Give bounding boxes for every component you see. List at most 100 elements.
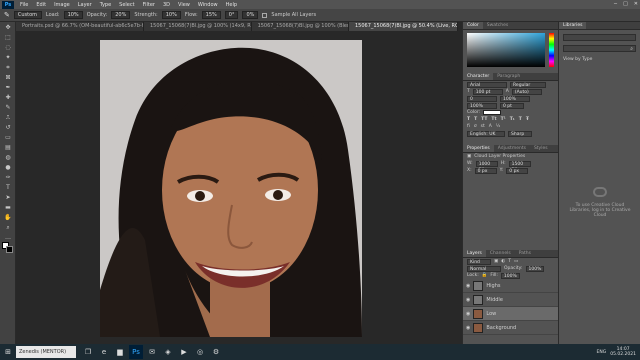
type-tool-icon[interactable]: T xyxy=(3,183,13,192)
faux-bold-icon[interactable]: T xyxy=(467,117,470,122)
tab-paragraph[interactable]: Paragraph xyxy=(493,73,524,80)
menu-layer[interactable]: Layer xyxy=(74,2,96,8)
font-size-field[interactable]: 100 pt xyxy=(472,88,503,95)
underline-icon[interactable]: T xyxy=(519,117,522,122)
height-field[interactable]: 1500 px xyxy=(508,160,531,172)
ligature-icon[interactable]: fi xyxy=(467,124,470,129)
more-tools-icon[interactable]: … xyxy=(3,233,13,242)
dodge-tool-icon[interactable]: ● xyxy=(3,163,13,172)
flow-field[interactable]: 15% xyxy=(201,11,221,19)
tab-layers[interactable]: Layers xyxy=(463,250,486,257)
filter-shape-icon[interactable]: ▭ xyxy=(514,259,518,264)
eyedropper-tool-icon[interactable]: ✒ xyxy=(3,83,13,92)
taskbar-search-input[interactable]: Zenedis (MENTOR) xyxy=(16,346,76,358)
tab-libraries[interactable]: Libraries xyxy=(559,22,587,29)
filter-pixel-icon[interactable]: ▣ xyxy=(494,259,498,264)
swash-icon[interactable]: st xyxy=(481,124,485,129)
layer-row[interactable]: ◉ Low xyxy=(463,307,559,321)
tab-channels[interactable]: Channels xyxy=(486,250,515,257)
subscript-icon[interactable]: T₁ xyxy=(510,117,515,122)
brush-tool-icon[interactable]: ✎ xyxy=(4,11,10,19)
strikethrough-icon[interactable]: Ŧ xyxy=(526,117,529,122)
angle-field[interactable]: 0° xyxy=(224,11,239,19)
frame-tool-icon[interactable]: ⊠ xyxy=(3,73,13,82)
strength-field[interactable]: 10% xyxy=(161,11,181,19)
menu-view[interactable]: View xyxy=(174,2,194,8)
layer-row[interactable]: ◉ Middle xyxy=(463,293,559,307)
color-picker-field[interactable] xyxy=(467,33,545,67)
task-view-icon[interactable]: ❐ xyxy=(81,345,95,359)
menu-window[interactable]: Window xyxy=(194,2,222,8)
tab-properties[interactable]: Properties xyxy=(463,145,494,152)
text-color-swatch[interactable] xyxy=(483,110,502,115)
media-icon[interactable]: ▶ xyxy=(177,345,191,359)
path-select-tool-icon[interactable]: ➤ xyxy=(3,193,13,202)
pen-tool-icon[interactable]: ✑ xyxy=(3,173,13,182)
blend-mode-select[interactable]: Normal xyxy=(467,265,501,272)
crop-tool-icon[interactable]: ⌗ xyxy=(3,63,13,72)
maximize-icon[interactable]: □ xyxy=(623,1,628,7)
lasso-tool-icon[interactable]: ◌ xyxy=(3,43,13,52)
load-field[interactable]: 10% xyxy=(63,11,83,19)
font-style-select[interactable]: Regular xyxy=(510,81,546,88)
tab-paths[interactable]: Paths xyxy=(515,250,535,257)
clock[interactable]: 14:07 05.02.2021 xyxy=(610,347,636,357)
marquee-tool-icon[interactable]: ⬚ xyxy=(3,33,13,42)
chrome-icon[interactable]: ◎ xyxy=(193,345,207,359)
width-field[interactable]: 1000 px xyxy=(475,160,498,172)
tab-color[interactable]: Color xyxy=(463,22,483,29)
opacity-field[interactable]: 20% xyxy=(111,11,131,19)
faux-italic-icon[interactable]: T xyxy=(474,117,477,122)
menu-select[interactable]: Select xyxy=(115,2,138,8)
windows-start-icon[interactable]: ⊞ xyxy=(1,345,15,359)
layer-row[interactable]: ◉ Highs xyxy=(463,279,559,293)
doc-tab-4[interactable]: 15067_15068(7)Bl.jpg @ 50.4% (Live, RGB/… xyxy=(348,22,458,31)
move-tool-icon[interactable]: ✥ xyxy=(3,23,13,32)
menu-file[interactable]: File xyxy=(16,2,32,8)
x-field[interactable]: 0 px xyxy=(474,167,497,174)
doc-tab-1[interactable]: Portraits.psd @ 66.7% (OM-beautiful-ab6c… xyxy=(16,22,144,31)
eraser-tool-icon[interactable]: ▭ xyxy=(3,133,13,142)
menu-edit[interactable]: Edit xyxy=(32,2,50,8)
edge-icon[interactable]: e xyxy=(97,345,111,359)
pressure-field[interactable]: 0% xyxy=(242,11,259,19)
alternate-icon[interactable]: ơ xyxy=(474,124,477,129)
tab-character[interactable]: Character xyxy=(463,73,494,80)
preset-select[interactable]: Custom xyxy=(13,11,42,19)
language-select[interactable]: English: UK xyxy=(467,130,505,137)
history-brush-icon[interactable]: ↺ xyxy=(3,123,13,132)
visibility-eye-icon[interactable]: ◉ xyxy=(466,297,470,303)
fill-field[interactable]: 100% xyxy=(500,272,520,279)
tracking-field[interactable]: 0 xyxy=(467,95,497,102)
store-icon[interactable]: ◈ xyxy=(161,345,175,359)
lock-icon[interactable]: 🔒 xyxy=(482,273,488,278)
visibility-eye-icon[interactable]: ◉ xyxy=(466,311,470,317)
font-family-select[interactable]: Arial xyxy=(467,81,507,88)
visibility-eye-icon[interactable]: ◉ xyxy=(466,325,470,331)
filter-adjust-icon[interactable]: ◐ xyxy=(501,259,505,264)
filter-type-icon[interactable]: T xyxy=(508,259,511,264)
ordinal-icon[interactable]: A xyxy=(489,124,492,129)
photoshop-taskbar-icon[interactable]: Ps xyxy=(129,345,143,359)
settings-icon[interactable]: ⚙ xyxy=(209,345,223,359)
menu-filter[interactable]: Filter xyxy=(139,2,159,8)
close-icon[interactable]: ✕ xyxy=(634,1,638,7)
horizontal-scale-field[interactable]: 100% xyxy=(467,102,497,109)
tab-swatches[interactable]: Swatches xyxy=(483,22,513,29)
menu-type[interactable]: Type xyxy=(96,2,115,8)
doc-tab-3[interactable]: 15067_15068(7)Bl.jpg @ 100% (Blend...) xyxy=(252,22,349,31)
baseline-field[interactable]: 0 pt xyxy=(500,102,524,109)
library-select[interactable] xyxy=(563,34,636,41)
brush-icon[interactable]: ✎ xyxy=(3,103,13,112)
quick-select-tool-icon[interactable]: ✦ xyxy=(3,53,13,62)
layer-row[interactable]: ◉ Background xyxy=(463,321,559,335)
layer-filter-select[interactable]: Kind xyxy=(467,258,491,265)
mail-icon[interactable]: ✉ xyxy=(145,345,159,359)
stamp-tool-icon[interactable]: ⎍ xyxy=(3,113,13,122)
document-image[interactable] xyxy=(100,40,362,337)
minimize-icon[interactable]: ─ xyxy=(614,1,617,7)
library-search-input[interactable]: ⌕ xyxy=(563,45,636,52)
blur-tool-icon[interactable]: ◍ xyxy=(3,153,13,162)
healing-tool-icon[interactable]: ✚ xyxy=(3,93,13,102)
menu-image[interactable]: Image xyxy=(50,2,74,8)
